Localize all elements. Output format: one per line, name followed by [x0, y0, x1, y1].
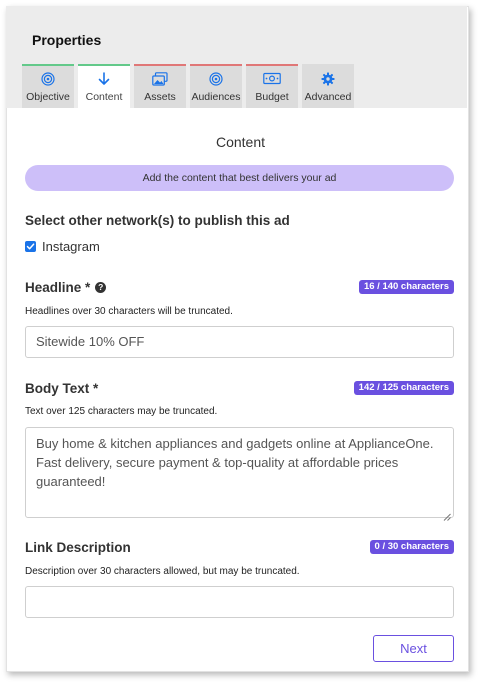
tab-content[interactable]: Content — [78, 64, 130, 110]
body-text-line: Buy home & kitchen appliances and gadget… — [36, 436, 434, 451]
tab-label: Advanced — [304, 91, 352, 103]
body-text-input[interactable]: Buy home & kitchen appliances and gadget… — [25, 427, 454, 521]
tab-audiences[interactable]: Audiences — [190, 64, 242, 108]
gear-icon — [321, 71, 335, 86]
tab-budget[interactable]: Budget — [246, 64, 298, 108]
target-icon — [41, 71, 55, 86]
help-icon[interactable]: ? — [95, 282, 107, 293]
body-text-label-text: Body Text * — [25, 381, 99, 396]
headline-input[interactable]: Sitewide 10% OFF — [25, 326, 454, 358]
info-banner: Add the content that best delivers your … — [25, 165, 454, 191]
target-icon — [209, 71, 223, 86]
headline-label: Headline * ? — [25, 280, 107, 295]
instagram-option[interactable]: Instagram — [25, 239, 100, 254]
tab-label: Audiences — [191, 91, 241, 103]
images-icon — [152, 71, 168, 86]
resize-handle-icon[interactable] — [443, 507, 451, 521]
instagram-checkbox[interactable] — [25, 241, 36, 252]
headline-counter: 16 / 140 characters — [358, 280, 454, 294]
networks-label: Select other network(s) to publish this … — [25, 213, 290, 228]
body-text-label: Body Text * — [25, 381, 98, 396]
panel-header: Properties Objective Content Assets Audi… — [6, 6, 467, 110]
next-button[interactable]: Next — [373, 635, 454, 662]
tab-objective[interactable]: Objective — [22, 64, 74, 108]
instagram-label: Instagram — [42, 239, 100, 254]
link-description-hint: Description over 30 characters allowed, … — [25, 566, 300, 577]
tab-label: Content — [85, 91, 123, 103]
body-text-hint: Text over 125 characters may be truncate… — [25, 406, 218, 417]
tab-advanced[interactable]: Advanced — [302, 64, 354, 108]
link-description-counter: 0 / 30 characters — [369, 540, 454, 554]
link-description-label: Link Description — [25, 540, 131, 555]
section-title: Content — [215, 134, 266, 150]
body-text-line: guaranteed! — [36, 474, 106, 489]
money-icon — [263, 71, 281, 86]
headline-hint: Headlines over 30 characters will be tru… — [25, 306, 233, 317]
tab-label: Budget — [255, 91, 289, 103]
tab-label: Assets — [144, 91, 176, 103]
link-description-input[interactable] — [25, 586, 454, 618]
tab-assets[interactable]: Assets — [134, 64, 186, 108]
body-text-counter: 142 / 125 characters — [353, 381, 454, 395]
body-text-line: Fast delivery, secure payment & top-qual… — [36, 455, 399, 470]
link-description-label-text: Link Description — [25, 540, 131, 555]
tab-label: Objective — [26, 91, 70, 103]
headline-label-text: Headline * — [25, 280, 91, 295]
panel-title: Properties — [32, 32, 102, 48]
arrow-down-icon — [98, 71, 110, 86]
